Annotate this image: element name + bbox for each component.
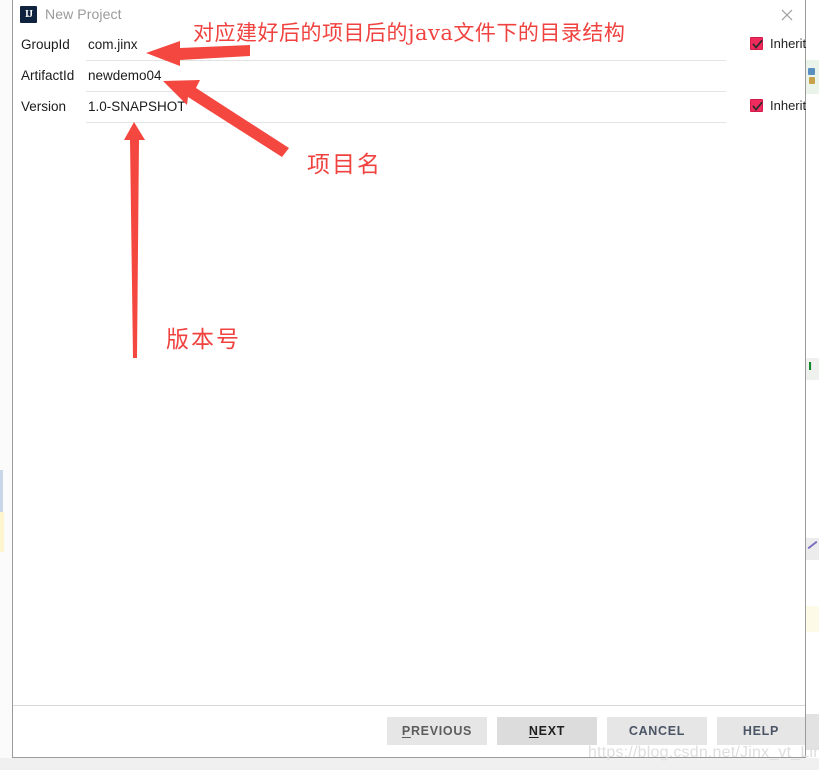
logo-glyph: IJ	[25, 9, 33, 20]
artifactid-input[interactable]: newdemo04	[88, 68, 162, 83]
next-mnemonic: N	[528, 724, 539, 738]
background-panel	[806, 714, 819, 750]
version-inherit-checkbox[interactable]: Inherit	[750, 98, 806, 113]
checkbox-checked-icon[interactable]	[750, 37, 763, 50]
project-coordinates-form: GroupId com.jinx Inherit ArtifactId newd…	[13, 30, 806, 123]
cancel-label: CANCEL	[628, 724, 686, 738]
groupid-label: GroupId	[21, 37, 70, 52]
new-project-dialog: IJ New Project GroupId com.jinx Inherit …	[12, 0, 806, 758]
help-button[interactable]: HELP	[717, 717, 805, 745]
background-icon-marker	[806, 358, 819, 380]
background-bottom-bar	[0, 758, 819, 770]
dialog-footer: PREVIOUS NEXT CANCEL HELP	[13, 705, 805, 757]
version-input[interactable]: 1.0-SNAPSHOT	[88, 99, 186, 114]
groupid-input[interactable]: com.jinx	[88, 37, 138, 52]
background-left-strip	[0, 0, 12, 770]
groupid-inherit-checkbox[interactable]: Inherit	[750, 36, 806, 51]
dialog-titlebar: IJ New Project	[13, 0, 805, 30]
previous-label: REVIOUS	[410, 724, 473, 738]
artifactid-label: ArtifactId	[21, 68, 75, 83]
form-row-version: Version 1.0-SNAPSHOT Inherit	[13, 92, 806, 123]
checkbox-checked-icon[interactable]	[750, 99, 763, 112]
background-highlight	[806, 606, 819, 632]
background-icon-cluster	[806, 60, 819, 94]
dialog-title: New Project	[45, 6, 122, 22]
intellij-idea-logo-icon: IJ	[20, 6, 37, 23]
previous-mnemonic: P	[401, 724, 411, 738]
background-left-accent-2	[0, 512, 4, 552]
next-button[interactable]: NEXT	[497, 717, 597, 745]
version-inherit-label: Inherit	[770, 98, 807, 113]
close-icon[interactable]	[775, 4, 799, 26]
version-label: Version	[21, 99, 67, 114]
background-icon-arrow	[806, 538, 819, 560]
previous-button[interactable]: PREVIOUS	[387, 717, 487, 745]
groupid-inherit-label: Inherit	[770, 36, 807, 51]
version-underline	[86, 122, 726, 123]
form-row-groupid: GroupId com.jinx Inherit	[13, 30, 806, 61]
form-row-artifactid: ArtifactId newdemo04	[13, 61, 805, 92]
screen-root: IJ New Project GroupId com.jinx	[0, 0, 819, 770]
next-label: EXT	[538, 724, 566, 738]
cancel-button[interactable]: CANCEL	[607, 717, 707, 745]
background-right-strip	[806, 0, 819, 770]
help-label: HELP	[742, 724, 780, 738]
